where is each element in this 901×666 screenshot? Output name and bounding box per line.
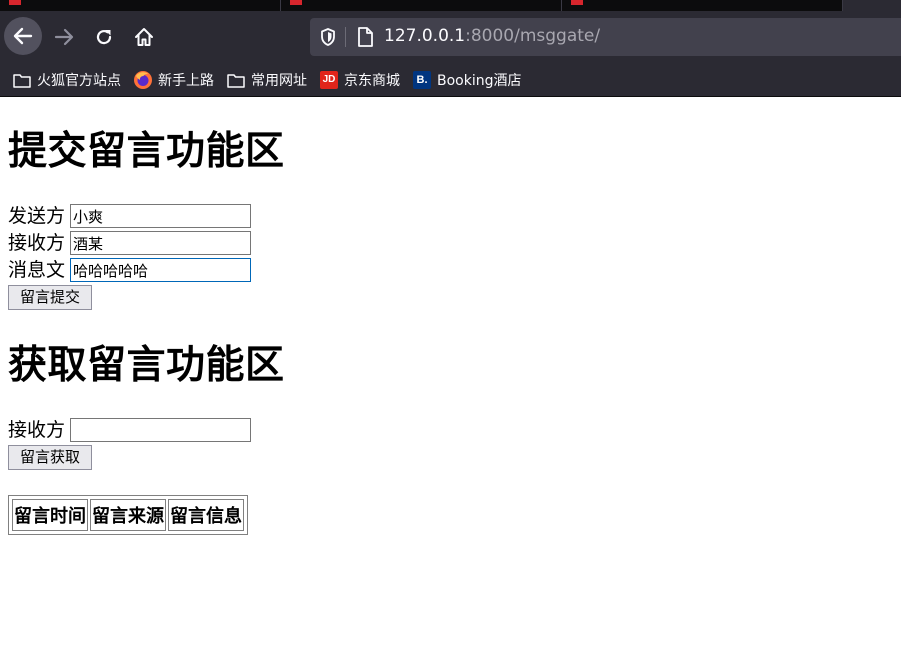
- jd-logo: JD: [320, 70, 338, 89]
- reload-button[interactable]: [86, 19, 122, 55]
- fetch-messages-button[interactable]: 留言获取: [8, 445, 93, 470]
- home-button[interactable]: [126, 19, 162, 55]
- messages-table: 留言时间 留言来源 留言信息: [8, 495, 248, 535]
- sender-row: 发送方: [8, 203, 252, 229]
- arrow-right-icon: [54, 28, 74, 46]
- submit-message-button[interactable]: 留言提交: [8, 285, 93, 310]
- message-label: 消息文: [8, 259, 66, 281]
- message-input[interactable]: [70, 258, 252, 282]
- bookmark-common-sites[interactable]: 常用网址: [226, 68, 307, 92]
- bookmark-firefox-official[interactable]: 火狐官方站点: [12, 68, 121, 92]
- booking-icon: B.: [412, 70, 432, 90]
- firefox-icon: [133, 70, 153, 90]
- receiver-row: 接收方: [8, 230, 252, 256]
- receiver-label: 接收方: [8, 232, 66, 254]
- tab-strip-empty: [843, 0, 901, 11]
- browser-tab-2[interactable]: [281, 0, 562, 11]
- sender-label: 发送方: [8, 205, 66, 227]
- url-path: :8000/msggate/: [465, 26, 601, 46]
- fetch-receiver-row: 接收方: [8, 417, 252, 443]
- fetch-section-title: 获取留言功能区: [8, 343, 285, 388]
- urlbar-separator: [345, 27, 346, 47]
- browser-tab-1[interactable]: [0, 0, 281, 11]
- bookmark-jd[interactable]: JD 京东商城: [319, 68, 400, 92]
- navigation-toolbar: 127.0.0.1:8000/msggate/: [0, 11, 901, 63]
- header-message-source: 留言来源: [90, 499, 166, 531]
- reload-icon: [96, 29, 112, 45]
- bookmark-label: Booking酒店: [437, 72, 522, 89]
- header-message-time: 留言时间: [12, 499, 88, 531]
- folder-icon: [226, 70, 246, 90]
- fetch-receiver-input[interactable]: [70, 418, 252, 442]
- bookmarks-toolbar: 火狐官方站点 新手上路 常用网址 JD 京东商城 B. Booking酒店: [0, 63, 901, 97]
- header-message-info: 留言信息: [168, 499, 244, 531]
- sender-input[interactable]: [70, 204, 252, 228]
- page-icon[interactable]: [355, 26, 375, 48]
- bookmark-label: 常用网址: [251, 72, 307, 89]
- bookmark-label: 火狐官方站点: [37, 72, 121, 89]
- tab-favicon-icon: [571, 0, 583, 5]
- booking-logo: B.: [413, 70, 431, 89]
- url-text[interactable]: 127.0.0.1:8000/msggate/: [384, 26, 600, 46]
- home-icon: [135, 28, 153, 46]
- bookmark-booking[interactable]: B. Booking酒店: [412, 68, 522, 92]
- tab-favicon-icon: [290, 0, 302, 5]
- tab-favicon-icon: [9, 0, 21, 5]
- jd-icon: JD: [319, 70, 339, 90]
- receiver-input[interactable]: [70, 231, 252, 255]
- arrow-left-icon: [13, 27, 33, 45]
- submit-section-title: 提交留言功能区: [8, 129, 285, 174]
- browser-tab-3[interactable]: [562, 0, 843, 11]
- bookmark-label: 京东商城: [344, 72, 400, 89]
- address-bar[interactable]: 127.0.0.1:8000/msggate/: [310, 18, 901, 56]
- shield-icon[interactable]: [318, 27, 338, 47]
- back-button[interactable]: [4, 17, 42, 55]
- folder-icon: [12, 70, 32, 90]
- forward-button[interactable]: [46, 19, 82, 55]
- bookmark-label: 新手上路: [158, 72, 214, 89]
- message-row: 消息文: [8, 257, 252, 283]
- fetch-receiver-label: 接收方: [8, 419, 66, 441]
- table-header-row: 留言时间 留言来源 留言信息: [12, 499, 244, 531]
- bookmark-getting-started[interactable]: 新手上路: [133, 68, 214, 92]
- url-host: 127.0.0.1: [384, 26, 466, 46]
- tab-strip: [0, 0, 901, 11]
